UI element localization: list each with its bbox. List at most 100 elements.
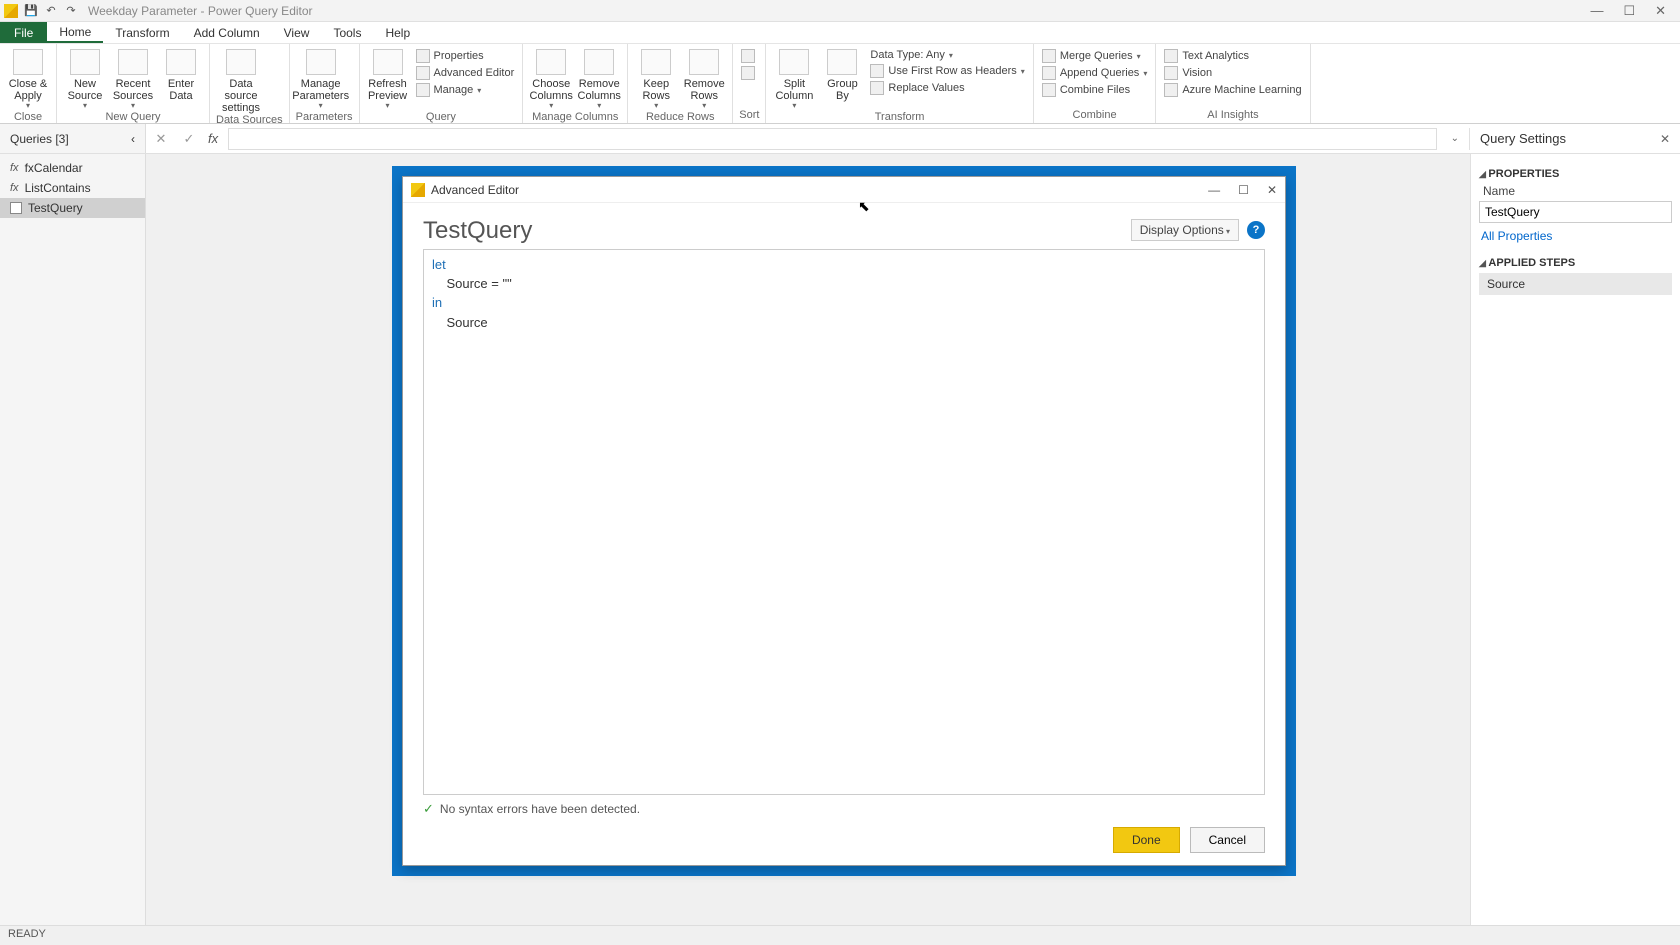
- advanced-editor-button[interactable]: Advanced Editor: [414, 65, 517, 81]
- dialog-maximize-button[interactable]: ☐: [1238, 183, 1249, 197]
- dialog-highlight-frame: Advanced Editor — ☐ ✕ TestQuery Display …: [392, 166, 1296, 876]
- queries-header[interactable]: Queries [3] ‹: [0, 124, 146, 153]
- group-reduce-rows: Reduce Rows: [634, 111, 726, 125]
- vision-button[interactable]: Vision: [1162, 65, 1303, 81]
- cancel-formula-icon[interactable]: ✕: [152, 131, 170, 147]
- menu-bar: File Home Transform Add Column View Tool…: [0, 22, 1680, 44]
- dialog-minimize-button[interactable]: —: [1208, 183, 1220, 197]
- expand-formula-icon[interactable]: ⌄: [1447, 133, 1463, 144]
- new-source-button[interactable]: New Source: [63, 46, 107, 111]
- group-combine: Combine: [1040, 109, 1150, 123]
- tab-help[interactable]: Help: [373, 22, 422, 43]
- azure-ml-button[interactable]: Azure Machine Learning: [1162, 82, 1303, 98]
- titlebar: 💾 ↶ ↷ Weekday Parameter - Power Query Ed…: [0, 0, 1680, 22]
- group-ai-insights: AI Insights: [1162, 109, 1303, 123]
- append-queries-button[interactable]: Append Queries: [1040, 65, 1150, 81]
- cancel-button[interactable]: Cancel: [1190, 827, 1265, 853]
- group-data-sources: Data Sources: [216, 114, 283, 128]
- choose-columns-button[interactable]: Choose Columns: [529, 46, 573, 111]
- formula-bar: ✕ ✓ fx ⌄: [146, 128, 1470, 150]
- group-transform: Transform: [772, 111, 1026, 125]
- code-editor[interactable]: let Source = "" in Source: [423, 249, 1265, 795]
- recent-sources-button[interactable]: Recent Sources: [111, 46, 155, 111]
- file-tab[interactable]: File: [0, 22, 47, 43]
- save-icon[interactable]: 💾: [24, 4, 38, 18]
- group-manage-columns: Manage Columns: [529, 111, 621, 125]
- function-icon: fx: [10, 182, 19, 194]
- all-properties-link[interactable]: All Properties: [1481, 229, 1672, 243]
- manage-button[interactable]: Manage: [414, 82, 517, 98]
- tab-tools[interactable]: Tools: [321, 22, 373, 43]
- applied-steps-section[interactable]: APPLIED STEPS: [1479, 257, 1672, 269]
- minimize-button[interactable]: —: [1590, 3, 1603, 19]
- step-source[interactable]: Source: [1479, 273, 1672, 295]
- combine-files-button[interactable]: Combine Files: [1040, 82, 1150, 98]
- enter-data-button[interactable]: Enter Data: [159, 46, 203, 102]
- commit-formula-icon[interactable]: ✓: [180, 131, 198, 147]
- tab-transform[interactable]: Transform: [103, 22, 181, 43]
- dialog-close-button[interactable]: ✕: [1267, 183, 1277, 197]
- window-title: Weekday Parameter - Power Query Editor: [88, 4, 313, 18]
- check-icon: ✓: [423, 801, 434, 817]
- redo-icon[interactable]: ↷: [64, 4, 78, 18]
- query-item-listcontains[interactable]: fxListContains: [0, 178, 145, 198]
- collapse-queries-icon[interactable]: ‹: [131, 132, 135, 146]
- properties-button[interactable]: Properties: [414, 48, 517, 64]
- query-item-testquery[interactable]: TestQuery: [0, 198, 145, 218]
- query-settings-pane: PROPERTIES Name All Properties APPLIED S…: [1470, 154, 1680, 925]
- properties-section[interactable]: PROPERTIES: [1479, 168, 1672, 180]
- formula-row: Queries [3] ‹ ✕ ✓ fx ⌄ Query Settings ✕: [0, 124, 1680, 154]
- group-by-button[interactable]: Group By: [820, 46, 864, 102]
- function-icon: fx: [10, 162, 19, 174]
- dialog-titlebar[interactable]: Advanced Editor — ☐ ✕: [403, 177, 1285, 203]
- fx-icon[interactable]: fx: [208, 131, 218, 146]
- data-type-button[interactable]: Data Type: Any: [868, 48, 1026, 62]
- remove-columns-button[interactable]: Remove Columns: [577, 46, 621, 111]
- canvas: Advanced Editor — ☐ ✕ TestQuery Display …: [146, 154, 1470, 925]
- close-apply-button[interactable]: Close & Apply: [6, 46, 50, 111]
- main-area: fxfxCalendar fxListContains TestQuery Ad…: [0, 154, 1680, 925]
- refresh-preview-button[interactable]: Refresh Preview: [366, 46, 410, 111]
- dialog-title: Advanced Editor: [431, 183, 519, 197]
- text-analytics-button[interactable]: Text Analytics: [1162, 48, 1303, 64]
- manage-parameters-button[interactable]: Manage Parameters: [296, 46, 346, 111]
- table-icon: [10, 202, 22, 214]
- merge-queries-button[interactable]: Merge Queries: [1040, 48, 1150, 64]
- help-icon[interactable]: ?: [1247, 221, 1265, 239]
- split-column-button[interactable]: Split Column: [772, 46, 816, 111]
- data-source-settings-button[interactable]: Data source settings: [216, 46, 266, 114]
- remove-rows-button[interactable]: Remove Rows: [682, 46, 726, 111]
- queries-pane: fxfxCalendar fxListContains TestQuery: [0, 154, 146, 925]
- group-parameters: Parameters: [296, 111, 353, 125]
- tab-home[interactable]: Home: [47, 22, 103, 43]
- advanced-editor-dialog: Advanced Editor — ☐ ✕ TestQuery Display …: [402, 176, 1286, 866]
- quick-access-toolbar: 💾 ↶ ↷: [24, 4, 78, 18]
- group-query: Query: [366, 111, 517, 125]
- close-settings-icon[interactable]: ✕: [1660, 132, 1670, 146]
- sort-asc-button[interactable]: [739, 48, 757, 64]
- syntax-status: ✓ No syntax errors have been detected.: [423, 795, 1265, 823]
- group-close: Close: [6, 111, 50, 125]
- replace-values-button[interactable]: Replace Values: [868, 80, 1026, 96]
- done-button[interactable]: Done: [1113, 827, 1180, 853]
- name-input[interactable]: [1479, 201, 1672, 223]
- group-new-query: New Query: [63, 111, 203, 125]
- query-item-fxcalendar[interactable]: fxfxCalendar: [0, 158, 145, 178]
- tab-add-column[interactable]: Add Column: [182, 22, 272, 43]
- display-options-button[interactable]: Display Options: [1131, 219, 1239, 241]
- sort-desc-button[interactable]: [739, 65, 757, 81]
- app-icon: [4, 4, 18, 18]
- name-label: Name: [1483, 184, 1672, 198]
- first-row-headers-button[interactable]: Use First Row as Headers: [868, 63, 1026, 79]
- group-sort: Sort: [739, 109, 759, 123]
- query-settings-header: Query Settings ✕: [1470, 124, 1680, 153]
- keep-rows-button[interactable]: Keep Rows: [634, 46, 678, 111]
- maximize-button[interactable]: ☐: [1623, 3, 1635, 19]
- close-window-button[interactable]: ✕: [1655, 3, 1666, 19]
- status-bar: READY: [0, 925, 1680, 945]
- undo-icon[interactable]: ↶: [44, 4, 58, 18]
- formula-input[interactable]: [228, 128, 1436, 150]
- ribbon: Close & Apply Close New Source Recent So…: [0, 44, 1680, 124]
- tab-view[interactable]: View: [272, 22, 322, 43]
- app-icon: [411, 183, 425, 197]
